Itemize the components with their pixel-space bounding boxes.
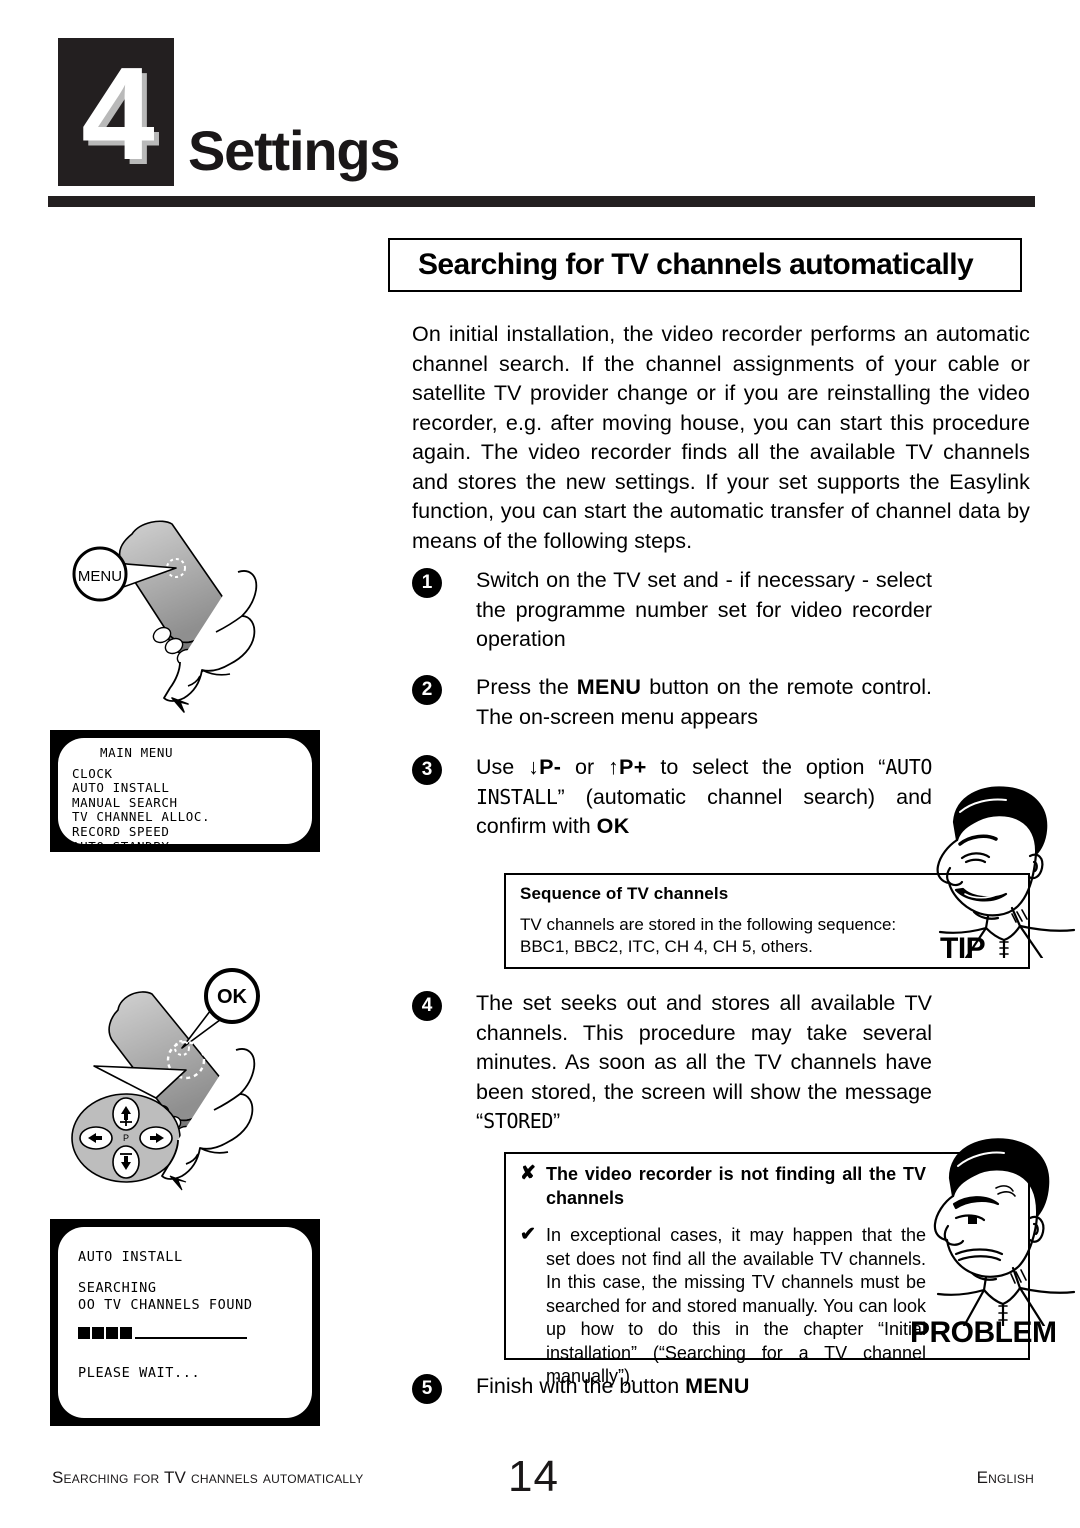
progress-block (78, 1326, 90, 1339)
intro-paragraph: On initial installation, the video recor… (412, 322, 1030, 553)
step-4-text: The set seeks out and stores all availab… (476, 989, 932, 1137)
ok-key-label: OK (596, 814, 630, 838)
osd-main-menu-item-4: RECORD SPEED (72, 823, 170, 839)
manual-page: 4 Settings Searching for TV channels aut… (0, 0, 1080, 1528)
problem-statement: The video recorder is not finding all th… (546, 1164, 926, 1208)
step-2-number: 2 (412, 675, 442, 705)
step-1-number: 1 (412, 568, 442, 598)
stored-message-label: STORED (483, 1109, 554, 1133)
step-3-text-b: or (561, 755, 608, 779)
osd-auto-install-screen: AUTO INSTALL SEARCHING OO TV CHANNELS FO… (50, 1219, 320, 1426)
step-1: 1 Switch on the TV set and - if necessar… (412, 566, 932, 655)
chapter-title: Settings (188, 119, 401, 182)
p-down-key-label: ↓P- (528, 755, 562, 779)
menu-key-label-finish: MENU (685, 1374, 750, 1398)
section-title: Searching for TV channels automatically (418, 248, 974, 281)
step-3-text-a: Use (476, 755, 529, 779)
step-1-text: Switch on the TV set and - if necessary … (476, 568, 932, 651)
step-5-text-a: Finish with the button (476, 1374, 686, 1398)
osd-auto-install-found: OO TV CHANNELS FOUND (78, 1297, 253, 1313)
remote-ok-callout-label: OK (217, 986, 248, 1008)
step-4-text-b: ” (553, 1109, 561, 1133)
osd-main-menu-item-1: AUTO INSTALL (72, 780, 170, 796)
step-3: 3 Use ↓P- or ↑P+ to select the option “A… (412, 753, 932, 842)
step-5-text: Finish with the button MENU (476, 1372, 750, 1402)
progress-block (92, 1326, 104, 1339)
step-2: 2 Press the MENU button on the remote co… (412, 673, 932, 732)
chapter-number: 4 (81, 40, 154, 187)
footer-section-label: Searching for TV channels automatically (52, 1468, 364, 1487)
header-divider (48, 196, 1035, 207)
step-5-number: 5 (412, 1374, 442, 1404)
step-2-text-a: Press the (476, 675, 577, 699)
osd-main-menu-content: MAIN MENU CLOCK AUTO INSTALL MANUAL SEAR… (58, 738, 312, 844)
step-3-number: 3 (412, 755, 442, 785)
check-icon: ✔ (520, 1224, 536, 1245)
tip-mascot-illustration (916, 782, 1080, 960)
step-2-text: Press the MENU button on the remote cont… (476, 673, 932, 732)
step-4-number: 4 (412, 991, 442, 1021)
osd-main-menu-item-2: MANUAL SEARCH (72, 794, 178, 810)
osd-main-menu-item-3: TV CHANNEL ALLOC. (72, 809, 211, 825)
progress-block (120, 1326, 132, 1339)
osd-auto-install-title: AUTO INSTALL (78, 1249, 183, 1265)
osd-auto-install-status: SEARCHING (78, 1280, 157, 1296)
osd-main-menu-screen: MAIN MENU CLOCK AUTO INSTALL MANUAL SEAR… (50, 730, 320, 852)
remote-control-ok-illustration: P OK (60, 968, 320, 1210)
osd-progress-blocks (78, 1326, 134, 1339)
problem-solution: In exceptional cases, it may happen that… (546, 1225, 926, 1386)
osd-progress-rail (135, 1326, 247, 1339)
osd-auto-install-content: AUTO INSTALL SEARCHING OO TV CHANNELS FO… (58, 1227, 312, 1418)
step-3-text-c: to select the option “ (646, 755, 886, 779)
section-title-box: Searching for TV channels automatically (388, 238, 1022, 292)
cross-icon: ✘ (520, 1163, 536, 1184)
osd-main-menu-title: MAIN MENU (100, 745, 174, 760)
footer-language-label: English (976, 1468, 1034, 1487)
osd-main-menu-item-0: CLOCK (72, 765, 113, 781)
osd-progress-bar (78, 1326, 292, 1339)
p-up-key-label: ↑P+ (608, 755, 647, 779)
menu-key-label: MENU (576, 675, 642, 699)
step-4: 4 The set seeks out and stores all avail… (412, 989, 932, 1137)
progress-block (106, 1326, 118, 1339)
problem-mascot-illustration (916, 1134, 1080, 1328)
osd-main-menu-item-5: AUTO STANDBY (72, 839, 298, 844)
step-5: 5 Finish with the button MENU (412, 1372, 932, 1404)
step-3-text: Use ↓P- or ↑P+ to select the option “AUT… (476, 753, 932, 842)
remote-control-menu-illustration: MENU (60, 512, 320, 724)
footer-page-number: 14 (508, 1452, 559, 1501)
chapter-number-badge: 4 (58, 38, 174, 186)
remote-nav-p-label: P (123, 1133, 129, 1143)
remote-menu-callout-label: MENU (78, 568, 122, 585)
tip-body: TV channels are stored in the following … (520, 915, 897, 956)
osd-auto-install-wait: PLEASE WAIT... (78, 1365, 201, 1381)
